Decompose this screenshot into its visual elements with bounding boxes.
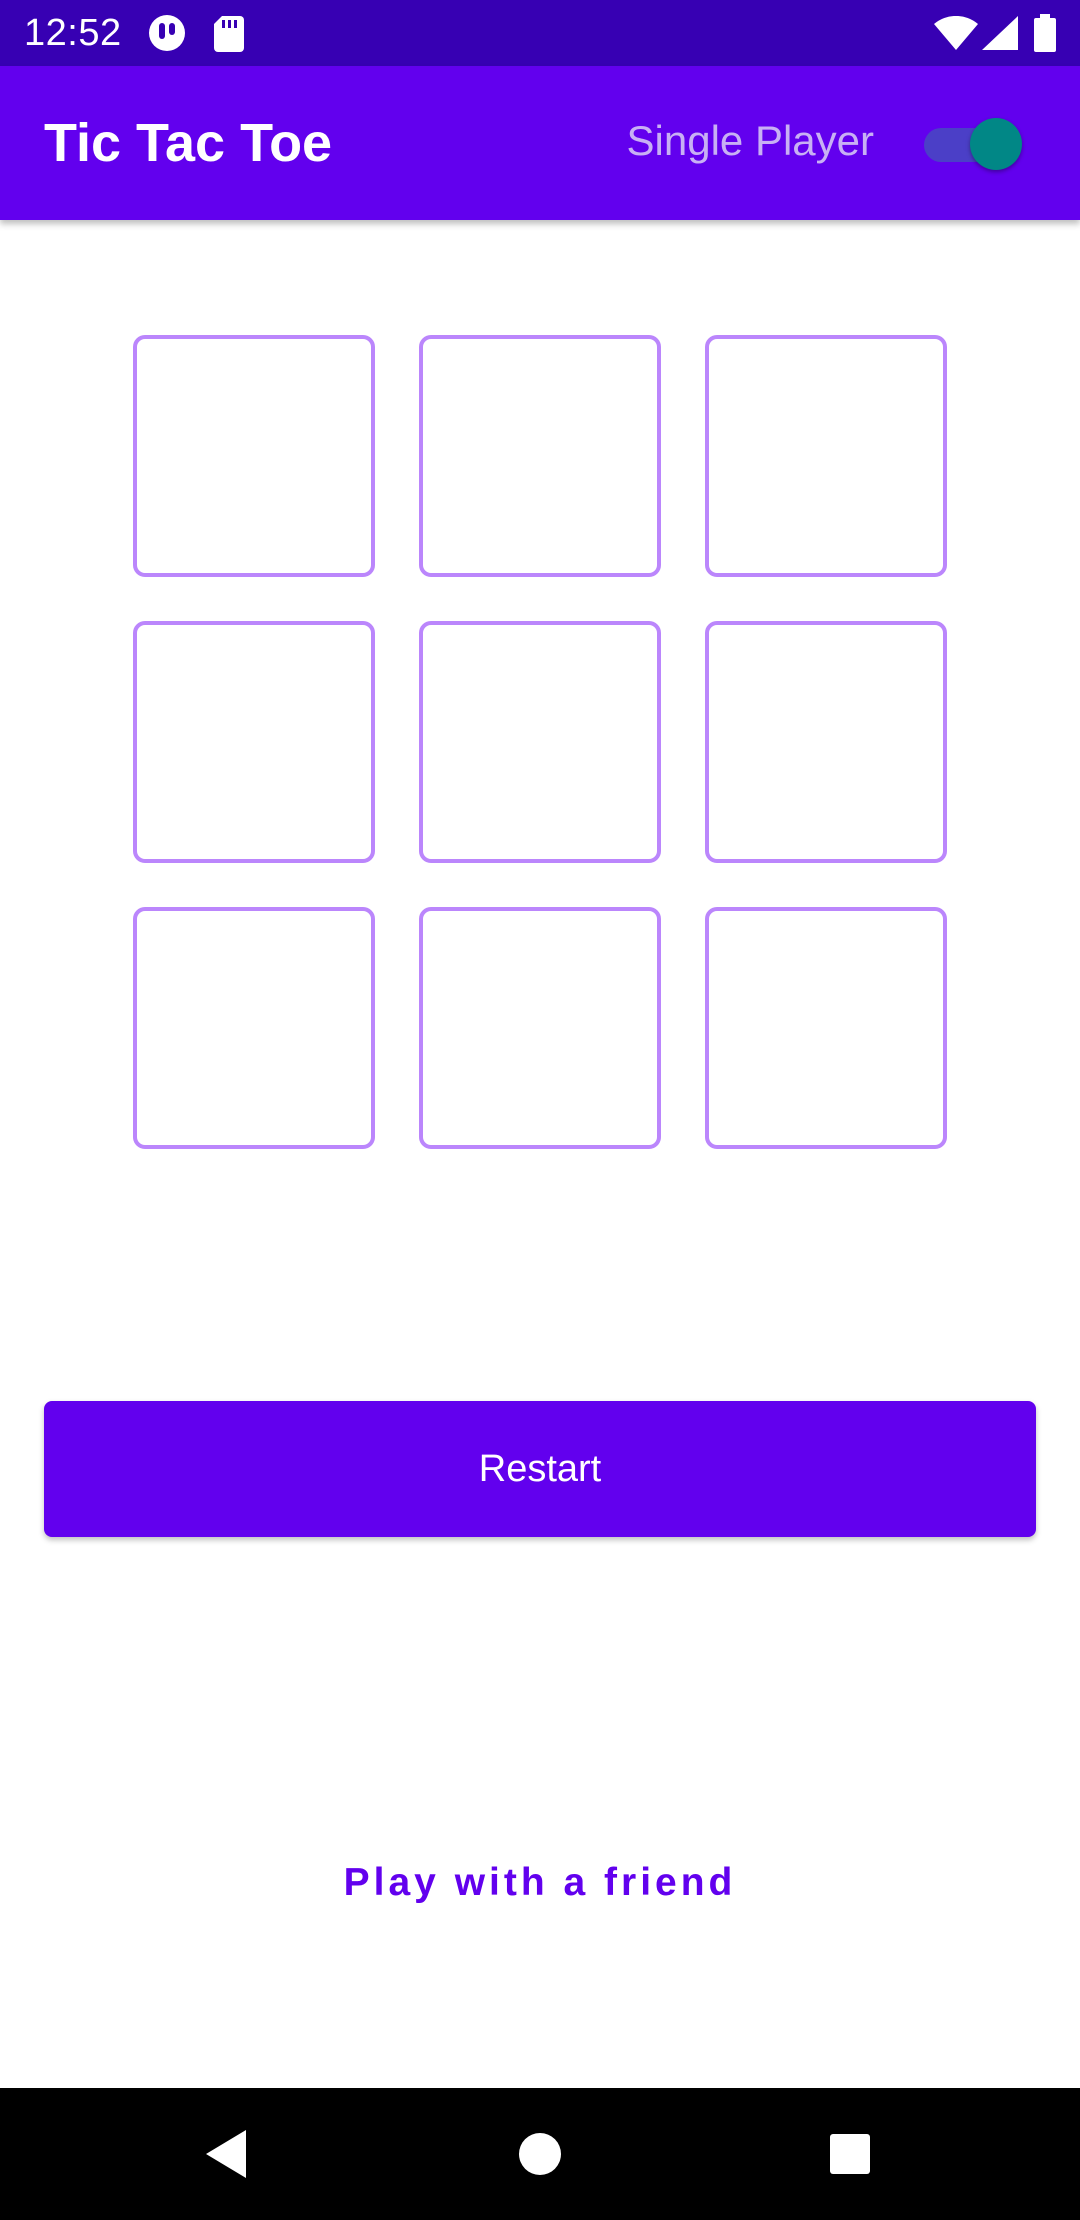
notification-app-icon <box>148 14 186 57</box>
single-player-switch[interactable] <box>924 116 1022 172</box>
board-cell-5[interactable] <box>419 621 661 863</box>
cellular-signal-icon <box>982 16 1018 55</box>
app-title: Tic Tac Toe <box>44 113 333 173</box>
board-cell-6[interactable] <box>705 621 947 863</box>
board-cell-8[interactable] <box>419 907 661 1149</box>
board-cell-2[interactable] <box>419 335 661 577</box>
recents-icon[interactable] <box>812 2116 888 2192</box>
navigation-bar <box>0 2088 1080 2220</box>
back-icon[interactable] <box>188 2116 264 2192</box>
status-time: 12:52 <box>24 12 122 54</box>
switch-thumb <box>970 118 1022 170</box>
status-bar: 12:52 <box>0 0 1080 66</box>
board-cell-4[interactable] <box>133 621 375 863</box>
single-player-label: Single Player <box>626 117 874 164</box>
board-cell-9[interactable] <box>705 907 947 1149</box>
play-with-friend-button[interactable]: Play with a friend <box>240 1850 840 1916</box>
app-bar: Tic Tac Toe Single Player <box>0 66 1080 220</box>
battery-icon <box>1034 14 1056 57</box>
board-cell-1[interactable] <box>133 335 375 577</box>
sd-card-icon <box>214 16 244 57</box>
home-icon[interactable] <box>502 2116 578 2192</box>
board-cell-3[interactable] <box>705 335 947 577</box>
game-board <box>133 335 947 1149</box>
restart-button[interactable]: Restart <box>44 1401 1036 1537</box>
wifi-icon <box>934 15 978 55</box>
board-cell-7[interactable] <box>133 907 375 1149</box>
